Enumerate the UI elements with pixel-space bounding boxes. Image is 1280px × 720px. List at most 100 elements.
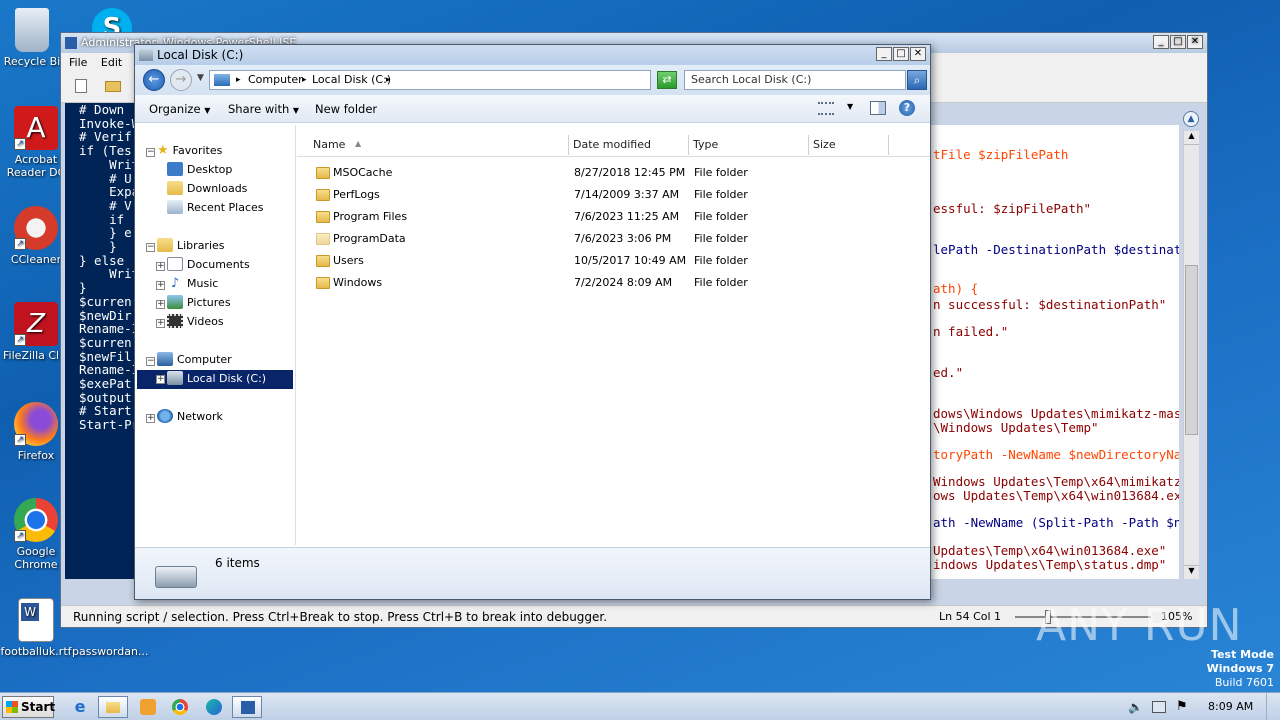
nav-music[interactable]: ♪ Music — [167, 276, 218, 291]
nav-recent-places[interactable]: Recent Places — [167, 200, 264, 214]
script-line: } e — [79, 225, 132, 241]
desktop-icon-label: passwordan... — [72, 645, 149, 658]
script-line: # Verif — [79, 129, 132, 145]
music-icon: ♪ — [170, 276, 180, 291]
status-message: Running script / selection. Press Ctrl+B… — [73, 610, 608, 624]
file-list-pane: Name ▲ Date modified Type Size MSOCache 8… — [297, 125, 930, 545]
computer-collapse-toggle[interactable]: − — [146, 357, 155, 366]
code-line: ed." — [933, 365, 964, 380]
breadcrumb-local-disk[interactable]: Local Disk (C:) — [312, 71, 391, 89]
shortcut-arrow-icon: ↗ — [14, 530, 26, 542]
new-folder-button[interactable]: New folder — [315, 102, 377, 116]
column-header-date[interactable]: Date modified — [569, 135, 689, 155]
music-expand-toggle[interactable]: + — [156, 281, 165, 290]
new-file-icon[interactable] — [75, 79, 87, 93]
drive-icon — [139, 49, 153, 61]
taskbar-edge-icon[interactable] — [202, 696, 226, 718]
local-disk-expand-toggle[interactable]: + — [156, 375, 165, 384]
close-button[interactable]: ✕ — [910, 47, 926, 61]
help-icon[interactable]: ? — [899, 100, 915, 116]
maximize-button[interactable]: □ — [1170, 35, 1186, 49]
nav-favorites[interactable]: ★ Favorites — [157, 143, 222, 158]
open-folder-icon[interactable] — [105, 81, 121, 92]
file-row-users[interactable]: Users 10/5/2017 10:49 AM File folder — [309, 250, 769, 272]
scroll-down-button[interactable]: ▼ — [1184, 565, 1199, 579]
file-row-programdata[interactable]: ProgramData 7/6/2023 3:06 PM File folder — [309, 228, 769, 250]
refresh-button[interactable]: ⇄ — [657, 71, 677, 89]
taskbar-explorer-icon[interactable] — [98, 696, 128, 718]
nav-libraries[interactable]: Libraries — [157, 238, 225, 252]
minimize-button[interactable]: _ — [1153, 35, 1169, 49]
pictures-expand-toggle[interactable]: + — [156, 300, 165, 309]
preview-pane-icon[interactable] — [870, 101, 886, 115]
maximize-button[interactable]: □ — [893, 47, 909, 61]
editor-scrollbar[interactable]: ▲ ▼ — [1183, 131, 1199, 579]
tray-action-center-icon[interactable]: ⚑ — [1176, 699, 1188, 714]
address-bar[interactable]: ▸ Computer ▸ Local Disk (C:) ▸ ▼ — [209, 70, 719, 90]
folder-icon — [316, 255, 330, 267]
script-editor-pane[interactable]: tFile $zipFilePath essful: $zipFilePath" l… — [929, 125, 1179, 579]
minimize-button[interactable]: _ — [876, 47, 892, 61]
start-button[interactable]: Start — [2, 696, 55, 718]
close-button[interactable]: ✕ — [1187, 35, 1203, 49]
explorer-title-bar: Local Disk (C:) _ □ ✕ — [135, 45, 930, 65]
script-line: Start-Pr — [79, 417, 137, 433]
documents-expand-toggle[interactable]: + — [156, 262, 165, 271]
code-line: Updates\Temp\x64\win013684.exe" — [933, 543, 1167, 558]
scroll-up-button[interactable]: ▲ — [1184, 131, 1199, 145]
breadcrumb-computer[interactable]: Computer — [248, 71, 303, 89]
tray-volume-icon[interactable]: 🔈 — [1128, 700, 1143, 714]
column-header-name[interactable]: Name ▲ — [309, 135, 569, 155]
taskbar-powershell-ise-icon[interactable] — [232, 696, 262, 718]
libraries-icon — [157, 238, 173, 252]
shortcut-arrow-icon: ↗ — [14, 334, 26, 346]
pictures-icon — [167, 295, 183, 309]
collapse-script-pane-button[interactable]: ▲ — [1183, 111, 1199, 127]
explorer-title: Local Disk (C:) — [157, 48, 244, 62]
nav-documents[interactable]: Documents — [167, 257, 250, 271]
back-button[interactable]: ← — [143, 69, 165, 91]
recent-pages-dropdown[interactable]: ▼ — [197, 73, 204, 83]
libraries-collapse-toggle[interactable]: − — [146, 243, 155, 252]
view-dropdown[interactable]: ▼ — [847, 102, 853, 111]
menu-edit[interactable]: Edit — [101, 56, 122, 69]
anyrun-watermark: ANY RUN — [1036, 600, 1243, 651]
filezilla-icon: Z ↗ — [14, 302, 58, 346]
column-header-size[interactable]: Size — [809, 135, 889, 155]
taskbar-chrome-icon[interactable] — [168, 696, 192, 718]
desktop-icon-recycle-bin[interactable]: Recycle Bi — [0, 8, 68, 68]
show-desktop-button[interactable] — [1266, 693, 1280, 720]
nav-local-disk[interactable]: Local Disk (C:) — [167, 371, 266, 385]
folder-icon — [316, 189, 330, 201]
file-row-perflogs[interactable]: PerfLogs 7/14/2009 3:37 AM File folder — [309, 184, 769, 206]
scroll-thumb[interactable] — [1185, 265, 1198, 435]
share-with-menu[interactable]: Share with ▼ — [228, 102, 299, 116]
script-line: } else — [79, 252, 125, 268]
nav-network[interactable]: Network — [157, 409, 223, 423]
search-icon[interactable]: ⌕ — [907, 70, 927, 90]
file-row-program-files[interactable]: Program Files 7/6/2023 11:25 AM File fol… — [309, 206, 769, 228]
network-expand-toggle[interactable]: + — [146, 414, 155, 423]
taskbar-media-player-icon[interactable] — [136, 696, 160, 718]
tray-network-icon[interactable] — [1152, 701, 1166, 713]
nav-videos[interactable]: Videos — [167, 314, 224, 328]
search-input[interactable]: Search Local Disk (C:) — [684, 70, 906, 90]
column-header-type[interactable]: Type — [689, 135, 809, 155]
taskbar-ie-icon[interactable]: e — [68, 696, 92, 718]
nav-desktop[interactable]: Desktop — [167, 162, 232, 176]
view-options-icon[interactable] — [818, 102, 834, 115]
videos-expand-toggle[interactable]: + — [156, 319, 165, 328]
favorites-collapse-toggle[interactable]: − — [146, 148, 155, 157]
tray-clock[interactable]: 8:09 AM — [1208, 700, 1253, 713]
code-line: Windows Updates\Temp\x64\mimikatz. — [933, 474, 1179, 489]
script-line: # Down — [79, 103, 125, 117]
file-row-msocache[interactable]: MSOCache 8/27/2018 12:45 PM File folder — [309, 162, 769, 184]
nav-downloads[interactable]: Downloads — [167, 181, 247, 195]
nav-pictures[interactable]: Pictures — [167, 295, 231, 309]
menu-file[interactable]: File — [69, 56, 87, 69]
nav-computer[interactable]: Computer — [157, 352, 232, 366]
script-console-pane[interactable]: # Down Invoke-W # Verif if (Tes Writ # U Ex… — [65, 103, 137, 579]
file-row-windows[interactable]: Windows 7/2/2024 8:09 AM File folder — [309, 272, 769, 294]
forward-button[interactable]: → — [170, 69, 192, 91]
organize-menu[interactable]: Organize ▼ — [149, 102, 210, 116]
